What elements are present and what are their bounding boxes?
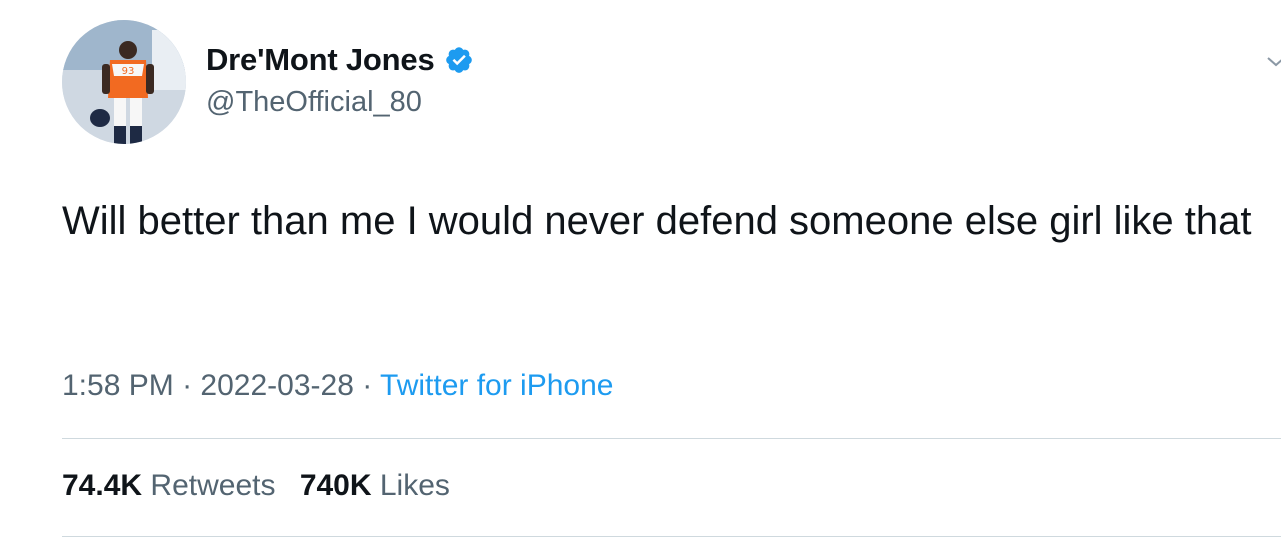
tweet-time[interactable]: 1:58 PM — [62, 369, 174, 402]
meta-separator: · — [362, 369, 373, 402]
likes-stat[interactable]: 740K Likes — [300, 469, 450, 502]
divider — [62, 438, 1281, 439]
author-name-row[interactable]: Dre'Mont Jones — [206, 42, 474, 78]
avatar[interactable]: 93 — [62, 20, 186, 144]
author-handle[interactable]: @TheOfficial_80 — [206, 86, 422, 119]
tweet-source-link[interactable]: Twitter for iPhone — [380, 369, 613, 402]
retweets-label: Retweets — [150, 469, 276, 502]
jersey-number: 93 — [122, 66, 135, 77]
avatar-image: 93 — [62, 20, 186, 144]
display-name[interactable]: Dre'Mont Jones — [206, 42, 435, 78]
tweet-meta: 1:58 PM · 2022-03-28 · Twitter for iPhon… — [62, 369, 613, 403]
verified-badge-icon — [444, 45, 474, 75]
retweets-stat[interactable]: 74.4K Retweets — [62, 469, 275, 502]
retweets-count: 74.4K — [62, 469, 143, 502]
chevron-down-icon[interactable] — [1266, 52, 1281, 72]
tweet-date[interactable]: 2022-03-28 — [200, 369, 353, 402]
divider — [62, 536, 1281, 537]
tweet-text: Will better than me I would never defend… — [62, 199, 1252, 243]
tweet-stats: 74.4K Retweets 740K Likes — [62, 469, 466, 503]
meta-separator: · — [182, 369, 193, 402]
likes-label: Likes — [379, 469, 450, 502]
likes-count: 740K — [299, 469, 372, 502]
